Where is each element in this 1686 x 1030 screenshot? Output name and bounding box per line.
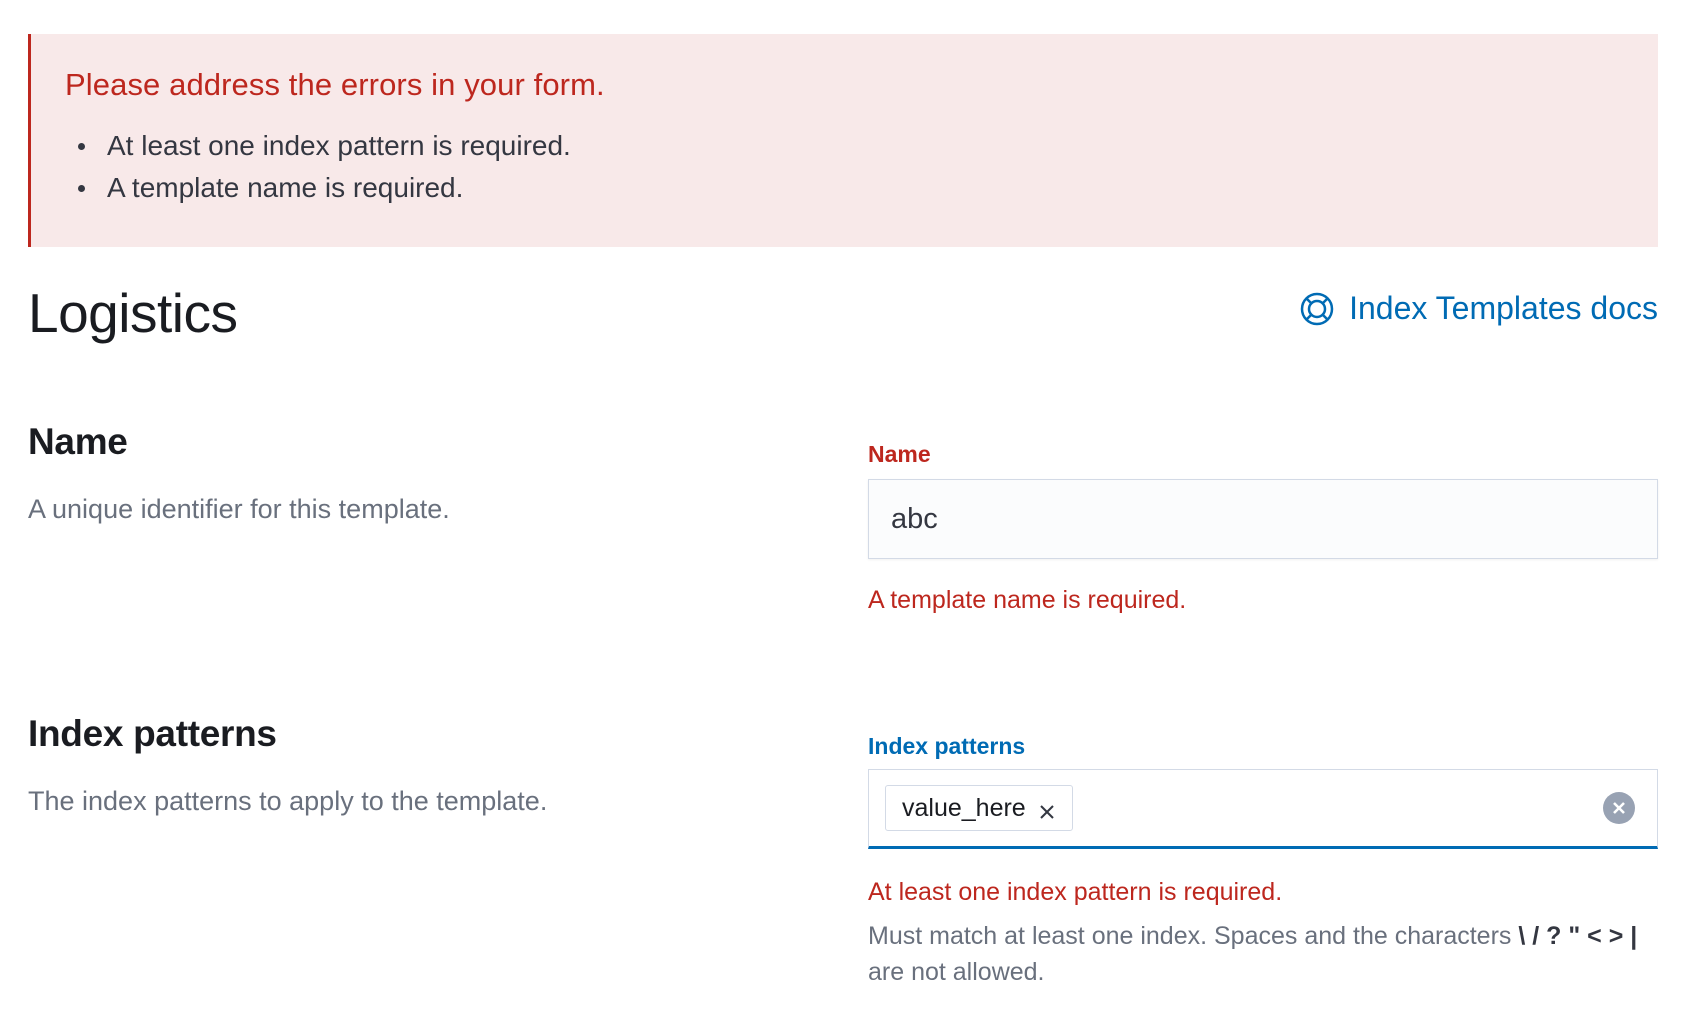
- clear-all-icon[interactable]: [1603, 792, 1635, 824]
- pill-label: value_here: [902, 793, 1026, 822]
- docs-link-label[interactable]: Index Templates docs: [1349, 290, 1658, 327]
- callout-error-item: A template name is required.: [65, 167, 1658, 209]
- index-templates-docs-link[interactable]: Index Templates docs: [1299, 290, 1658, 327]
- callout-error-item: At least one index pattern is required.: [65, 125, 1658, 167]
- help-text-suffix: are not allowed.: [868, 958, 1045, 986]
- name-section-title: Name: [28, 421, 128, 462]
- forbidden-characters: \ / ? " < > |: [1518, 922, 1638, 950]
- index-patterns-combo-box[interactable]: value_here: [868, 769, 1658, 849]
- help-text-prefix: Must match at least one index. Spaces an…: [868, 922, 1512, 950]
- name-field-label: Name: [868, 441, 931, 467]
- callout-title: Please address the errors in your form.: [65, 67, 605, 102]
- callout-error-list: At least one index pattern is required. …: [65, 125, 1658, 209]
- index-patterns-section-title: Index patterns: [28, 713, 277, 754]
- name-section-description: A unique identifier for this template.: [28, 494, 450, 524]
- index-patterns-section-description: The index patterns to apply to the templ…: [28, 786, 548, 816]
- index-pattern-pill: value_here: [885, 785, 1073, 831]
- close-icon[interactable]: [1038, 799, 1056, 819]
- index-patterns-help-text: Must match at least one index. Spaces an…: [868, 918, 1658, 990]
- lifebuoy-icon: [1299, 291, 1335, 327]
- index-patterns-error-text: At least one index pattern is required.: [868, 878, 1283, 906]
- index-patterns-field-label: Index patterns: [868, 733, 1026, 759]
- name-input[interactable]: [868, 479, 1658, 559]
- name-error-text: A template name is required.: [868, 586, 1187, 614]
- error-callout: Please address the errors in your form. …: [28, 34, 1658, 247]
- page-title: Logistics: [28, 282, 238, 344]
